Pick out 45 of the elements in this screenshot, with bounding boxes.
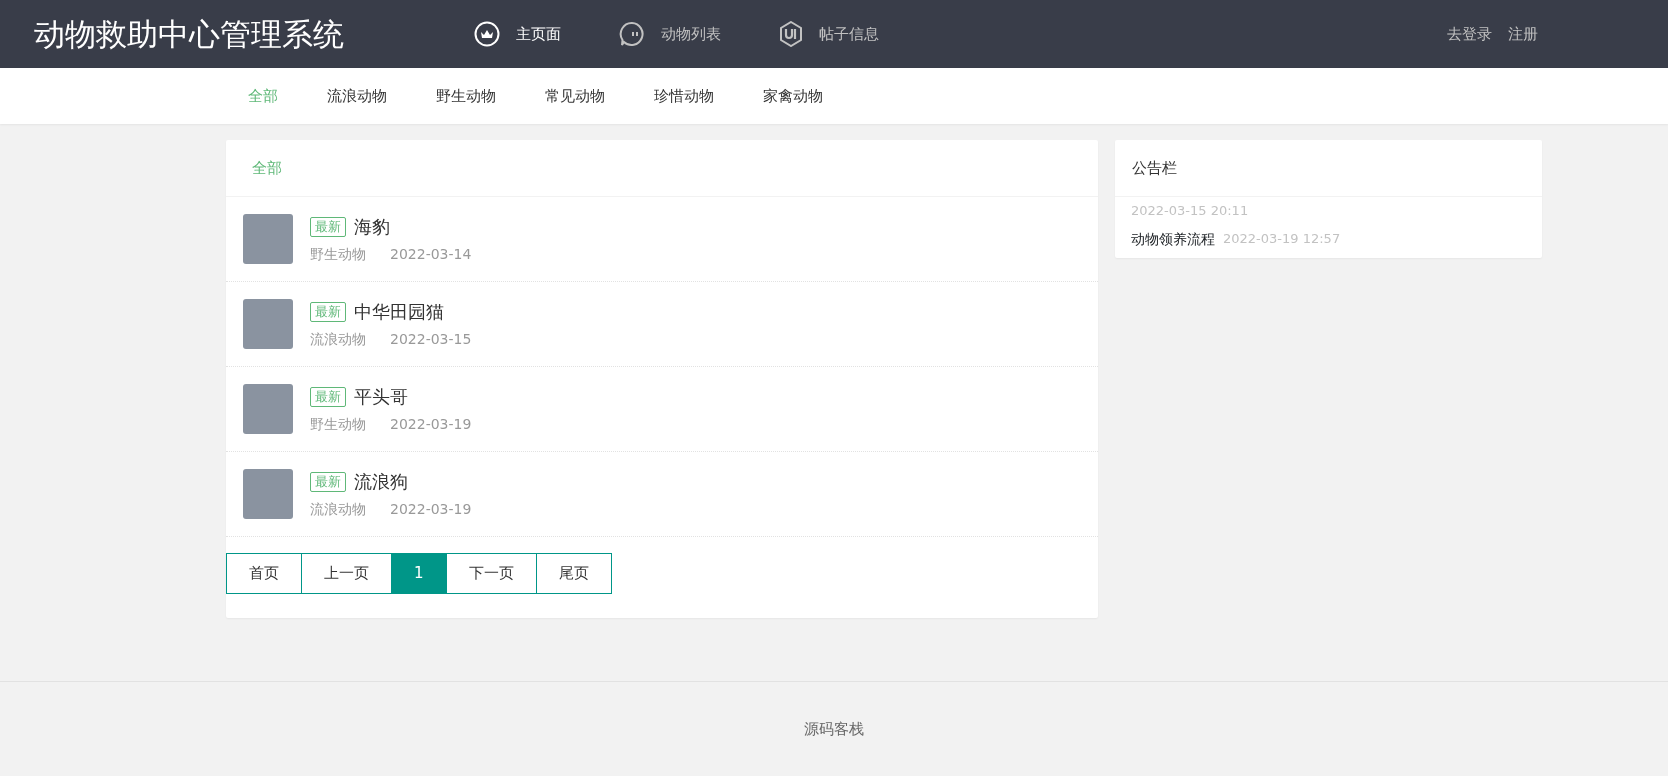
category-tab[interactable]: 常见动物 bbox=[545, 84, 605, 108]
post-date: 2022-03-14 bbox=[390, 245, 472, 264]
post-date: 2022-03-19 bbox=[390, 415, 472, 434]
category-tab[interactable]: 家禽动物 bbox=[763, 84, 823, 108]
notice-link[interactable]: 动物领养流程 bbox=[1131, 228, 1215, 250]
new-tag: 最新 bbox=[310, 386, 346, 407]
hexagon-ui-icon bbox=[779, 21, 803, 47]
site-title: 动物救助中心管理系统 bbox=[34, 14, 345, 54]
notice-date: 2022-03-15 20:11 bbox=[1131, 202, 1249, 220]
nav-link[interactable]: 动物列表 bbox=[619, 21, 721, 47]
category-tab[interactable]: 珍惜动物 bbox=[654, 84, 714, 108]
photo-placeholder bbox=[243, 384, 293, 434]
page-button[interactable]: 上一页 bbox=[301, 553, 392, 594]
animal-name-link[interactable]: 海豹 bbox=[354, 213, 390, 240]
chat-bubble-icon bbox=[619, 21, 645, 47]
photo-placeholder bbox=[243, 469, 293, 519]
nav-link[interactable]: 主页面 bbox=[474, 21, 561, 47]
animal-category: 野生动物 bbox=[310, 245, 366, 264]
page-button[interactable]: 1 bbox=[391, 553, 447, 594]
auth-link[interactable]: 注册 bbox=[1508, 22, 1538, 46]
category-tab[interactable]: 野生动物 bbox=[436, 84, 496, 108]
auth-link[interactable]: 去登录 bbox=[1447, 22, 1492, 46]
animal-category: 流浪动物 bbox=[310, 500, 366, 519]
photo-placeholder bbox=[243, 299, 293, 349]
new-tag: 最新 bbox=[310, 301, 346, 322]
animal-name-link[interactable]: 平头哥 bbox=[354, 383, 408, 410]
page-button[interactable]: 下一页 bbox=[445, 553, 537, 594]
crown-icon bbox=[474, 21, 500, 47]
animal-name-link[interactable]: 流浪狗 bbox=[354, 468, 408, 495]
page-button[interactable]: 首页 bbox=[226, 553, 302, 594]
post-date: 2022-03-19 bbox=[390, 500, 472, 519]
animal-category: 流浪动物 bbox=[310, 330, 366, 349]
photo-placeholder bbox=[243, 214, 293, 264]
category-tab[interactable]: 流浪动物 bbox=[327, 84, 387, 108]
footer-text: 源码客栈 bbox=[804, 718, 864, 740]
new-tag: 最新 bbox=[310, 471, 346, 492]
notice-date: 2022-03-19 12:57 bbox=[1223, 230, 1341, 249]
list-title: 全部 bbox=[252, 157, 282, 179]
animal-name-link[interactable]: 中华田园猫 bbox=[354, 298, 444, 325]
page-button[interactable]: 尾页 bbox=[535, 553, 612, 594]
animal-category: 野生动物 bbox=[310, 415, 366, 434]
nav-link[interactable]: 帖子信息 bbox=[779, 21, 879, 47]
new-tag: 最新 bbox=[310, 216, 346, 237]
notice-title: 公告栏 bbox=[1132, 157, 1177, 179]
post-date: 2022-03-15 bbox=[390, 330, 472, 349]
